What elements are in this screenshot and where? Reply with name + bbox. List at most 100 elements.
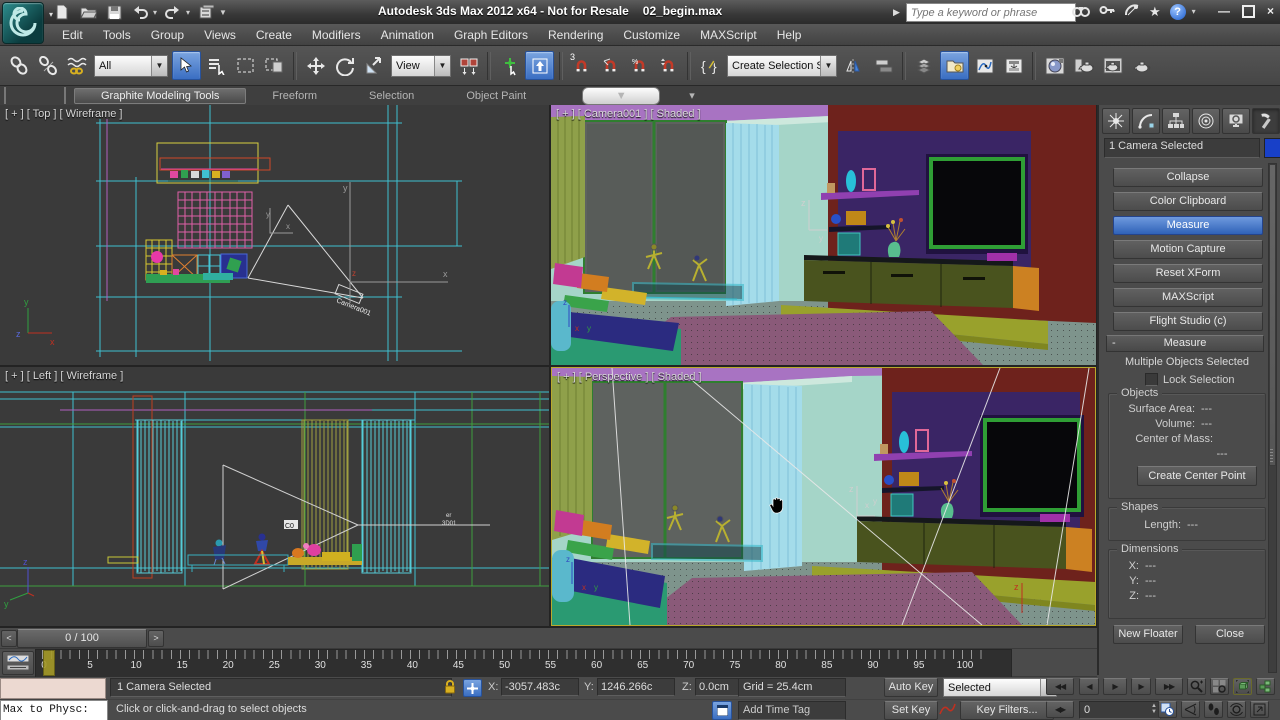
menu-animation[interactable]: Animation [371,25,444,45]
menu-views[interactable]: Views [194,25,246,45]
selection-set-key-dropdown[interactable]: Selected▼ [943,678,1057,697]
ribbon-minimize-caret-icon[interactable]: ▾ [663,87,721,104]
select-and-link-icon[interactable] [5,52,32,79]
utility-button-reset-xform[interactable]: Reset XForm [1113,264,1263,283]
new-floater-button[interactable]: New Floater [1113,625,1183,644]
align-button[interactable] [870,52,897,79]
zoom-icon[interactable] [1187,678,1206,695]
listener-window-icon[interactable] [712,701,732,720]
orbit-icon[interactable] [1227,701,1246,718]
next-frame-button[interactable]: ▶ [1131,678,1151,695]
render-production-button[interactable] [1128,52,1155,79]
ribbon-minimize-button[interactable]: ▼ [582,87,660,105]
select-object-button[interactable] [172,51,201,80]
motion-tab-icon[interactable] [1192,108,1220,134]
utility-button-color-clipboard[interactable]: Color Clipboard [1113,192,1263,211]
key-mode-toggle-button[interactable]: ◀▶ [1046,701,1074,718]
track-bar-ruler[interactable]: 0510152025303540455055606570758085909510… [35,649,1012,678]
utility-button-collapse[interactable]: Collapse [1113,168,1263,187]
viewport-perspective[interactable]: z xy z xy z [ + ] [ Perspective ] [ Shad… [551,367,1096,626]
curve-editor-button[interactable] [971,52,998,79]
maximize-viewport-toggle-icon[interactable] [1250,701,1269,718]
project-caret-icon[interactable]: ▼ [219,8,227,17]
utility-button-flight-studio-c-[interactable]: Flight Studio (c) [1113,312,1263,331]
render-setup-button[interactable] [1070,52,1097,79]
set-key-filters-curve-icon[interactable] [938,701,957,718]
next-frame-slider-button[interactable]: > [148,630,164,647]
subscription-key-icon[interactable] [1099,3,1115,20]
search-binoculars-icon[interactable] [1072,3,1090,20]
menu-graph-editors[interactable]: Graph Editors [444,25,538,45]
current-frame-field[interactable]: 0▲▼ [1079,701,1161,719]
field-of-view-icon[interactable] [1181,701,1200,718]
set-key-button[interactable]: Set Key [884,701,938,720]
save-file-button[interactable] [104,2,124,22]
search-input[interactable] [906,3,1076,22]
menu-create[interactable]: Create [246,25,302,45]
undo-button[interactable] [130,2,150,22]
viewport-label-perspective[interactable]: [ + ] [ Perspective ] [ Shaded ] [557,371,702,383]
maxscript-mini-listener[interactable]: Max to Physc: [0,700,108,720]
viewport-label-left[interactable]: [ + ] [ Left ] [ Wireframe ] [5,370,123,382]
go-to-start-button[interactable]: ◀◀ [1046,678,1074,695]
x-coord-field[interactable]: -3057.483c [501,678,579,696]
bind-to-space-warp-icon[interactable] [63,52,90,79]
menu-help[interactable]: Help [767,25,812,45]
menu-group[interactable]: Group [141,25,194,45]
viewport-label-top[interactable]: [ + ] [ Top ] [ Wireframe ] [5,108,122,120]
key-filters-button[interactable]: Key Filters... [960,701,1054,720]
zoom-extents-icon[interactable] [1233,678,1252,695]
communication-center-icon[interactable] [1124,3,1140,20]
undo-caret-icon[interactable]: ▾ [153,8,157,17]
absolute-offset-mode-icon[interactable] [463,679,482,697]
snaps-toggle-button[interactable]: 3 [568,52,595,79]
select-and-manipulate-button[interactable] [496,52,523,79]
percent-snap-toggle-button[interactable]: % [626,52,653,79]
app-menu-button[interactable]: ▾ [2,2,44,44]
create-tab-icon[interactable] [1102,108,1130,134]
macro-recorder-pane[interactable] [0,678,106,699]
new-file-button[interactable] [52,2,72,22]
menu-customize[interactable]: Customize [613,25,690,45]
material-editor-button[interactable] [1041,52,1068,79]
menu-edit[interactable]: Edit [52,25,93,45]
edit-named-selection-sets-button[interactable]: {} [696,52,723,79]
project-folder-button[interactable] [196,2,216,22]
viewport-left[interactable]: C0 er3D01 zy [ + [0,367,549,626]
modify-tab-icon[interactable] [1132,108,1160,134]
utility-button-measure[interactable]: Measure [1113,216,1263,235]
y-coord-field[interactable]: 1246.266c [597,678,675,696]
redo-button[interactable] [163,2,183,22]
ribbon-tab-freeform[interactable]: Freeform [246,88,343,104]
toggle-scene-explorer-button[interactable] [940,51,969,80]
named-selection-dropdown[interactable]: Create Selection Se▼ [727,55,837,77]
display-tab-icon[interactable] [1222,108,1250,134]
time-slider-handle[interactable]: 0 / 100 [17,629,147,648]
minimize-button[interactable]: — [1218,4,1230,18]
zoom-extents-all-icon[interactable] [1256,678,1275,695]
previous-frame-button[interactable]: ◀ [1079,678,1099,695]
add-time-tag-field[interactable]: Add Time Tag [738,701,846,720]
menu-maxscript[interactable]: MAXScript [690,25,767,45]
menu-rendering[interactable]: Rendering [538,25,613,45]
help-caret-icon[interactable]: ▾ [1192,7,1196,16]
rendered-frame-window-button[interactable] [1099,52,1126,79]
utility-button-motion-capture[interactable]: Motion Capture [1113,240,1263,259]
ribbon-grip[interactable] [4,87,66,104]
go-to-end-button[interactable]: ▶▶ [1155,678,1183,695]
layer-manager-button[interactable] [911,52,938,79]
play-animation-button[interactable]: ▶ [1103,678,1127,695]
object-name-field[interactable]: 1 Camera Selected [1104,138,1260,158]
favorites-star-icon[interactable]: ★ [1149,4,1161,20]
hierarchy-tab-icon[interactable] [1162,108,1190,134]
auto-key-button[interactable]: Auto Key [884,678,938,697]
walk-through-icon[interactable] [1204,701,1223,718]
utility-button-maxscript[interactable]: MAXScript [1113,288,1263,307]
use-pivot-point-center-button[interactable] [455,52,482,79]
selection-lock-icon[interactable] [443,679,457,698]
panel-scrollbar[interactable] [1268,163,1277,673]
rectangular-selection-region-button[interactable] [232,52,259,79]
close-button[interactable]: × [1267,4,1274,18]
mini-curve-editor-button[interactable] [2,651,34,675]
utilities-tab-icon[interactable] [1252,108,1280,134]
